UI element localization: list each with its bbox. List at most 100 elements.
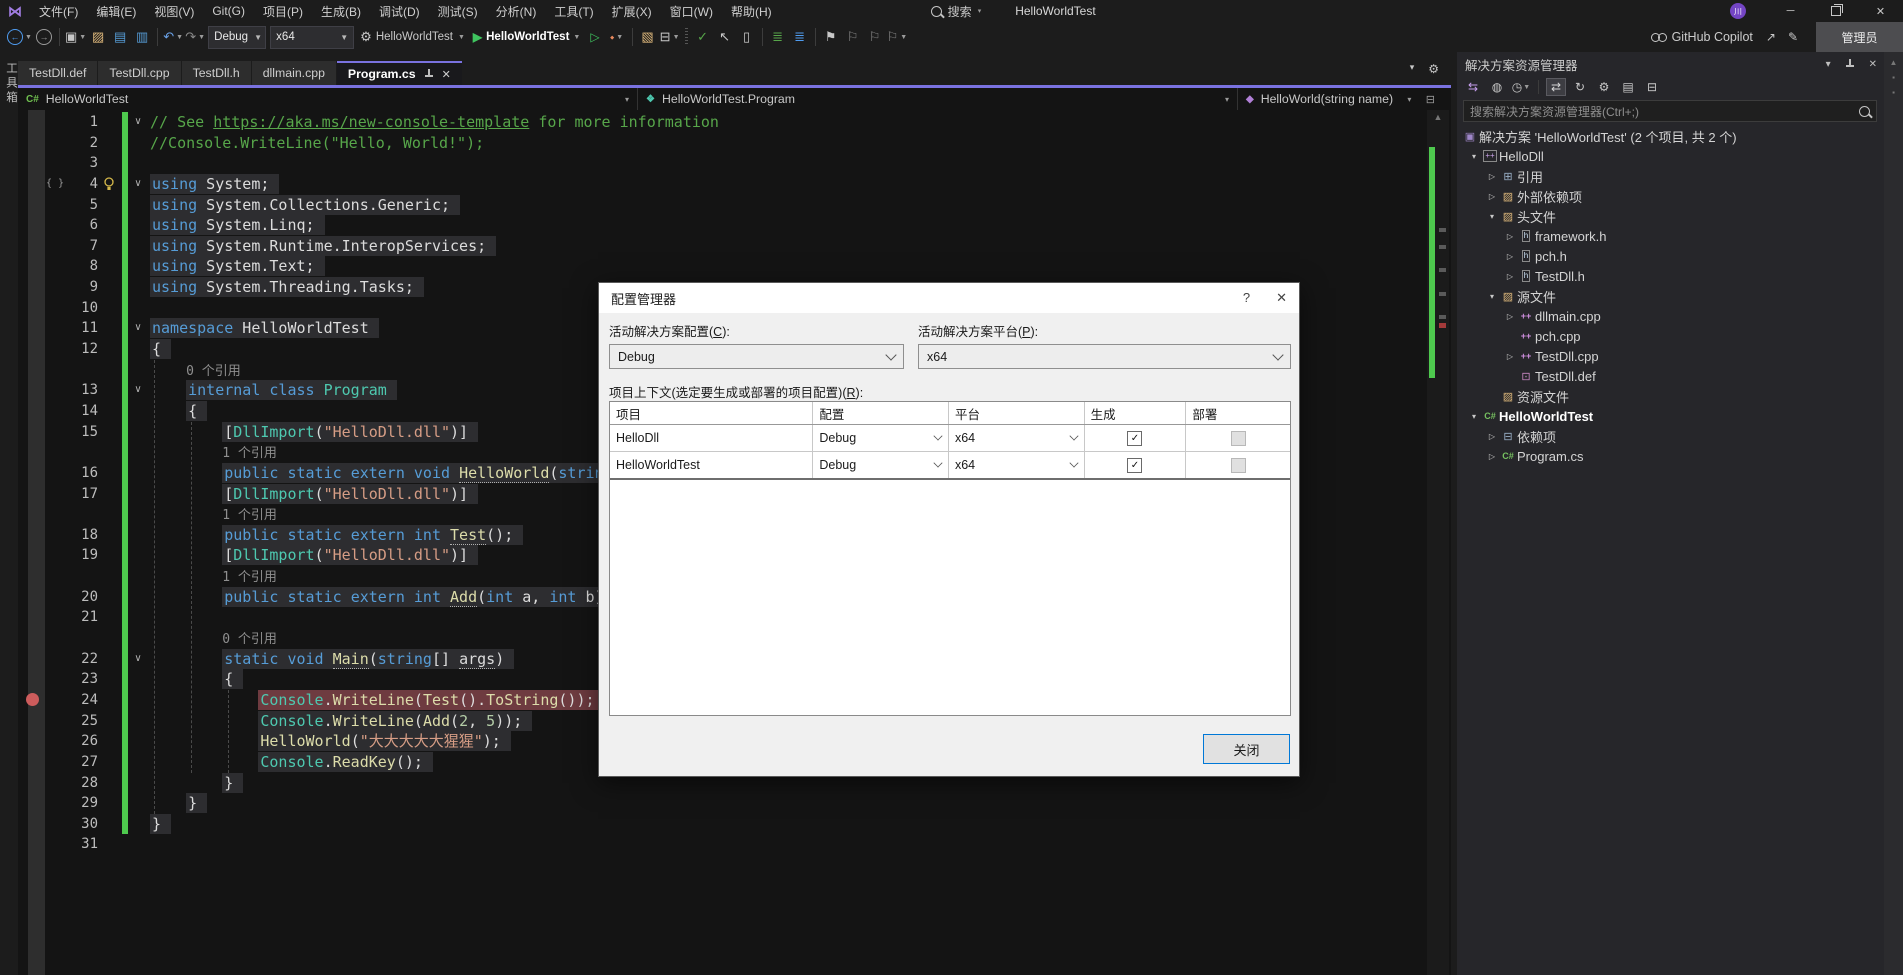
collapsed-arrow-icon[interactable]: ▷ — [1485, 452, 1499, 461]
tree-item-[interactable]: ▷▨外部依赖项 — [1457, 186, 1903, 206]
navigate-forward-button[interactable]: → — [33, 26, 55, 48]
toggle-bookmark-button[interactable]: ⚑ — [820, 26, 842, 48]
document-list-dropdown-icon[interactable]: ▾ — [1410, 62, 1415, 76]
menu-item-e[interactable]: 编辑(E) — [87, 0, 145, 22]
open-files-filter-button[interactable]: ◷▼ — [1511, 78, 1531, 96]
deploy-checkbox[interactable] — [1231, 431, 1246, 446]
scrollbar-up-arrow[interactable]: ▲ — [1884, 58, 1903, 67]
show-all-files-button[interactable]: ▤ — [1618, 78, 1638, 96]
start-debugging-button[interactable]: ▶ HelloWorldTest ▼ — [473, 30, 580, 44]
share-icon[interactable]: ↗ — [1766, 30, 1776, 44]
pending-changes-filter-button[interactable]: ◍ — [1487, 78, 1507, 96]
platform-cell-combo[interactable]: x64 — [949, 425, 1085, 451]
solution-search-input[interactable]: 搜索解决方案资源管理器(Ctrl+;) — [1463, 100, 1877, 122]
breadcrumb-item-2[interactable]: ◆HelloWorld(string name)▾⊟ — [1238, 88, 1451, 110]
tab-program.cs[interactable]: Program.cs✕ — [337, 61, 462, 85]
menu-item-f[interactable]: 文件(F) — [30, 0, 87, 22]
tree-item-[interactable]: ▾▨源文件 — [1457, 286, 1903, 306]
build-checkbox[interactable]: ✓ — [1127, 458, 1142, 473]
platform-combo[interactable]: x64 ▼ — [270, 26, 354, 49]
tree-item-testdll.def[interactable]: ⊡TestDll.def — [1457, 366, 1903, 386]
tab-testdll.cpp[interactable]: TestDll.cpp — [98, 61, 180, 85]
active-configuration-combo[interactable]: Debug — [609, 344, 904, 369]
code-line[interactable]: 2//Console.WriteLine("Hello, World!"); — [18, 133, 1451, 154]
clear-bookmarks-button[interactable]: ⚐▼ — [886, 26, 909, 48]
tab-dllmain.cpp[interactable]: dllmain.cpp — [252, 61, 336, 85]
code-line[interactable]: 31 — [18, 834, 1451, 855]
collapsed-arrow-icon[interactable]: ▷ — [1503, 252, 1517, 261]
expanded-arrow-icon[interactable]: ▾ — [1485, 292, 1499, 301]
solution-explorer-header[interactable]: 解决方案资源管理器 ▾✕ — [1457, 52, 1903, 76]
next-bookmark-button[interactable]: ⚐ — [864, 26, 886, 48]
config-cell-combo[interactable]: Debug — [813, 452, 949, 478]
tree-item-testdll.cpp[interactable]: ▷++TestDll.cpp — [1457, 346, 1903, 366]
sync-with-active-document-button[interactable]: ⇄ — [1546, 78, 1566, 96]
fold-chevron-icon[interactable]: ∨ — [130, 318, 146, 339]
menu-item-d[interactable]: 调试(D) — [370, 0, 429, 22]
spell-check-button[interactable]: ✓ — [692, 26, 714, 48]
tab-testdll.def[interactable]: TestDll.def — [18, 61, 97, 85]
close-button[interactable]: ✕ — [1858, 0, 1903, 22]
comment-lines-button[interactable]: ≣ — [767, 26, 789, 48]
code-line[interactable]: 7using System.Runtime.InteropServices; — [18, 236, 1451, 257]
expanded-arrow-icon[interactable]: ▾ — [1467, 152, 1481, 161]
feedback-icon[interactable]: ✎ — [1788, 30, 1798, 44]
config-cell-combo[interactable]: Debug — [813, 425, 949, 451]
code-line[interactable]: 30} — [18, 814, 1451, 835]
code-line[interactable]: 3 — [18, 153, 1451, 174]
menu-item-x[interactable]: 扩展(X) — [603, 0, 661, 22]
refresh-button[interactable]: ↻ — [1570, 78, 1590, 96]
menu-item-b[interactable]: 生成(B) — [312, 0, 370, 22]
fold-chevron-icon[interactable]: ∨ — [130, 174, 146, 195]
breadcrumb-item-0[interactable]: C#HelloWorldTest▾ — [18, 88, 638, 110]
dialog-title-bar[interactable]: 配置管理器 ? ✕ — [599, 283, 1299, 313]
redo-button[interactable]: ↷▼ — [184, 26, 206, 48]
close-icon[interactable]: ✕ — [442, 68, 451, 81]
tree-item-pch.cpp[interactable]: ++pch.cpp — [1457, 326, 1903, 346]
cursor-select-button[interactable]: ↖ — [714, 26, 736, 48]
avatar[interactable]: 川 — [1730, 3, 1746, 19]
codelens-references[interactable]: 1 个引用 — [222, 570, 277, 585]
menu-item-n[interactable]: 分析(N) — [487, 0, 546, 22]
fold-chevron-icon[interactable]: ∨ — [130, 649, 146, 670]
collapsed-arrow-icon[interactable]: ▷ — [1503, 232, 1517, 241]
collapse-all-button[interactable]: ⊟ — [1642, 78, 1662, 96]
active-platform-combo[interactable]: x64 — [918, 344, 1291, 369]
pin-icon[interactable] — [424, 69, 434, 79]
code-line[interactable]: 1∨// See https://aka.ms/new-console-temp… — [18, 112, 1451, 133]
tree-item-pch.h[interactable]: ▷hpch.h — [1457, 246, 1903, 266]
close-panel-icon[interactable]: ✕ — [1869, 59, 1877, 70]
menu-item-v[interactable]: 视图(V) — [145, 0, 203, 22]
lightbulb-icon[interactable] — [103, 177, 115, 196]
navigate-backward-button[interactable]: ←▼ — [6, 26, 33, 48]
new-project-button[interactable]: ▣▼ — [64, 26, 87, 48]
tree-item-framework.h[interactable]: ▷hframework.h — [1457, 226, 1903, 246]
collapsed-arrow-icon[interactable]: ▷ — [1485, 432, 1499, 441]
expanded-arrow-icon[interactable]: ▾ — [1467, 412, 1481, 421]
tree-item-[interactable]: ▷⊞引用 — [1457, 166, 1903, 186]
collapsed-arrow-icon[interactable]: ▷ — [1503, 272, 1517, 281]
minimize-button[interactable]: ─ — [1768, 0, 1813, 22]
switch-views-button[interactable]: ⇆ — [1463, 78, 1483, 96]
code-line[interactable]: { }4∨using System; — [18, 174, 1451, 195]
split-editor-icon[interactable]: ⊟ — [1426, 93, 1443, 106]
tree-item-hellodll[interactable]: ▾++HelloDll — [1457, 146, 1903, 166]
fold-chevron-icon[interactable]: ∨ — [130, 380, 146, 401]
tree-item-testdll.h[interactable]: ▷hTestDll.h — [1457, 266, 1903, 286]
github-copilot-button[interactable]: GitHub Copilot — [1650, 26, 1754, 48]
expanded-arrow-icon[interactable]: ▾ — [1485, 212, 1499, 221]
fold-chevron-icon[interactable]: ∨ — [130, 112, 146, 133]
menu-item-p[interactable]: 项目(P) — [254, 0, 312, 22]
breakpoint-icon[interactable] — [26, 693, 39, 706]
solution-configurations-button[interactable]: ⊟▼ — [659, 26, 681, 48]
collapsed-arrow-icon[interactable]: ▷ — [1485, 192, 1499, 201]
configuration-combo[interactable]: Debug ▼ — [208, 26, 266, 49]
dialog-close-button[interactable]: ✕ — [1276, 290, 1287, 306]
codelens-references[interactable]: 1 个引用 — [222, 446, 277, 461]
codelens-references[interactable]: 1 个引用 — [222, 508, 277, 523]
dialog-help-button[interactable]: ? — [1243, 290, 1250, 306]
breadcrumb-item-1[interactable]: ❖HelloWorldTest.Program▾ — [638, 88, 1238, 110]
scrollbar-up-arrow[interactable]: ▲ — [1427, 112, 1449, 122]
save-button[interactable]: ▤ — [109, 26, 131, 48]
find-in-files-button[interactable]: ▧ — [637, 26, 659, 48]
